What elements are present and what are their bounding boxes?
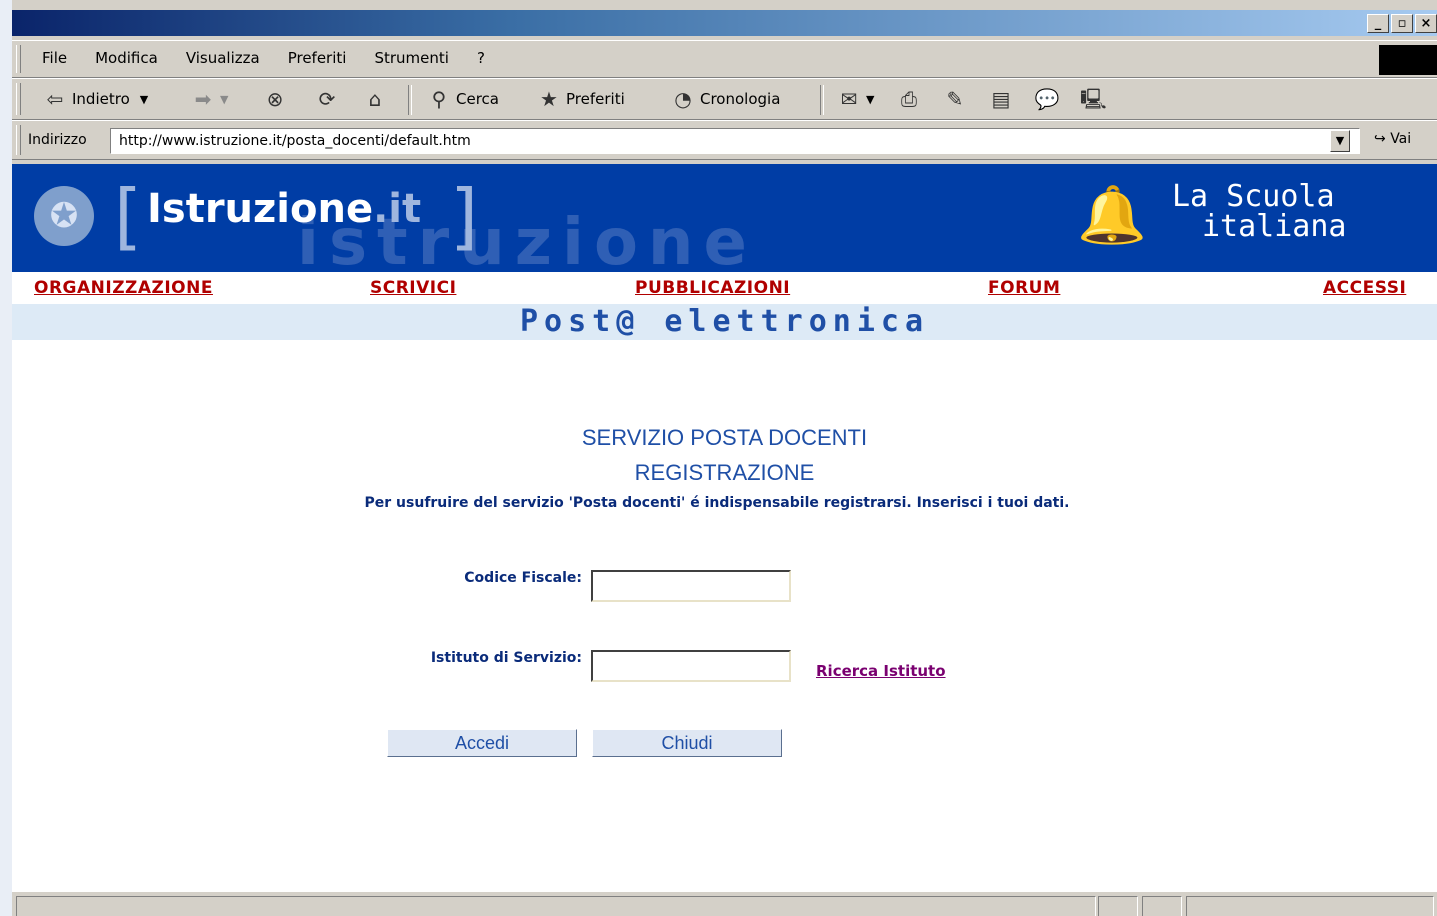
monitor-icon: 🖳 (1080, 87, 1107, 111)
mail-button[interactable]: ✉ ▼ (836, 87, 875, 111)
document-icon: ▤ (991, 87, 1011, 111)
go-button[interactable]: ↪ Vai (1374, 131, 1411, 147)
bracket-right: ] (450, 174, 479, 258)
nav-accessi[interactable]: ACCESSI (1323, 278, 1406, 298)
brand-line-1: La Scuola (1172, 179, 1335, 214)
status-bar (12, 891, 1437, 916)
search-icon: ⚲ (431, 87, 447, 111)
menu-preferiti[interactable]: Preferiti (288, 49, 347, 67)
address-label: Indirizzo (28, 132, 87, 148)
menu-modifica[interactable]: Modifica (95, 49, 158, 67)
bracket-left: [ (114, 174, 143, 258)
browser-window: _ ▫ × File Modifica Visualizza Preferiti… (12, 0, 1437, 916)
history-button[interactable]: ◔ Cronologia (670, 87, 780, 111)
home-button[interactable]: ⌂ (362, 87, 388, 111)
maximize-button[interactable]: ▫ (1391, 14, 1413, 33)
site-logo[interactable]: Istruzione.it (147, 186, 421, 232)
favorites-icon: ★ (540, 87, 558, 111)
republic-emblem-icon: ✪ (34, 186, 94, 246)
go-arrow-icon: ↪ (1374, 131, 1386, 147)
toolbar-separator (820, 85, 824, 115)
nav-forum[interactable]: FORUM (988, 278, 1060, 298)
chat-icon: 💬 (1034, 87, 1060, 111)
menu-help[interactable]: ? (477, 49, 485, 67)
site-banner: ✪ [ istruzione Istruzione.it ] 🔔 La Scuo… (12, 164, 1437, 272)
menu-visualizza[interactable]: Visualizza (186, 49, 260, 67)
form-title: SERVIZIO POSTA DOCENTI (581, 425, 868, 450)
form-subtitle: REGISTRAZIONE (634, 460, 815, 485)
messenger-button[interactable]: 💬 (1034, 87, 1060, 111)
ricerca-istituto-link[interactable]: Ricerca Istituto (816, 662, 946, 680)
discuss-button[interactable]: ▤ (988, 87, 1014, 111)
nav-scrivici[interactable]: SCRIVICI (370, 278, 456, 298)
menu-file[interactable]: File (42, 49, 67, 67)
toolbar-grip[interactable] (16, 83, 21, 115)
print-button[interactable]: ⎙ (896, 87, 922, 111)
codice-fiscale-label: Codice Fiscale: (464, 570, 582, 586)
refresh-icon: ⟳ (318, 87, 336, 111)
page-content: ✪ [ istruzione Istruzione.it ] 🔔 La Scuo… (12, 164, 1437, 891)
address-dropdown[interactable]: ▼ (1330, 130, 1350, 152)
forward-arrow-icon: ➡ (194, 87, 212, 111)
home-icon: ⌂ (368, 87, 382, 111)
status-panel-zone (1186, 896, 1434, 916)
section-banner: Post@ elettronica (12, 304, 1437, 340)
back-label: Indietro (72, 90, 130, 108)
istituto-input[interactable] (591, 650, 791, 682)
dropdown-arrow-icon: ▼ (139, 92, 149, 106)
back-button[interactable]: ⇦ Indietro ▼ (42, 87, 149, 111)
minimize-button[interactable]: _ (1367, 14, 1389, 33)
forward-button[interactable]: ➡ ▼ (190, 87, 229, 111)
bell-icon: 🔔 (1077, 183, 1147, 248)
status-panel-2 (1142, 896, 1182, 916)
search-button[interactable]: ⚲ Cerca (426, 87, 499, 111)
search-label: Cerca (456, 90, 499, 108)
toolbar-grip[interactable] (16, 45, 21, 73)
go-label: Vai (1390, 131, 1412, 147)
codice-fiscale-input[interactable] (591, 570, 791, 602)
toolbar-separator (408, 85, 412, 115)
address-bar: Indirizzo http://www.istruzione.it/posta… (12, 120, 1437, 160)
toolbar-grip[interactable] (16, 125, 21, 155)
favorites-button[interactable]: ★ Preferiti (536, 87, 625, 111)
stop-icon: ⊗ (266, 87, 284, 111)
network-button[interactable]: 🖳 (1080, 87, 1107, 111)
dropdown-arrow-icon: ▼ (220, 92, 229, 106)
favorites-label: Preferiti (566, 90, 625, 108)
menu-bar: File Modifica Visualizza Preferiti Strum… (12, 40, 1437, 78)
istituto-label: Istituto di Servizio: (430, 650, 582, 666)
close-window-button[interactable]: × (1415, 14, 1437, 33)
address-input[interactable]: http://www.istruzione.it/posta_docenti/d… (110, 128, 1360, 154)
logo-suffix-text: .it (373, 186, 422, 232)
edit-icon: ✎ (946, 87, 964, 111)
form-intro: Per usufruire del servizio 'Posta docent… (364, 495, 1070, 511)
status-panel-1 (1098, 896, 1138, 916)
window-controls: _ ▫ × (1367, 14, 1437, 33)
title-bar (12, 10, 1437, 36)
nav-organizzazione[interactable]: ORGANIZZAZIONE (34, 278, 213, 298)
windows-logo-box (1379, 45, 1437, 75)
print-icon: ⎙ (901, 87, 917, 111)
refresh-button[interactable]: ⟳ (314, 87, 340, 111)
section-title: Post@ elettronica (519, 304, 930, 339)
main-nav: ORGANIZZAZIONE SCRIVICI PUBBLICAZIONI FO… (12, 272, 1437, 304)
history-icon: ◔ (674, 87, 692, 111)
back-arrow-icon: ⇦ (46, 87, 64, 111)
scuola-italiana-logo[interactable]: La Scuola italiana (1172, 182, 1347, 242)
stop-button[interactable]: ⊗ (262, 87, 288, 111)
standard-toolbar: ⇦ Indietro ▼ ➡ ▼ ⊗ ⟳ ⌂ ⚲ Cerca ★ Preferi… (12, 78, 1437, 120)
status-panel-main (16, 896, 1096, 916)
accedi-button[interactable]: Accedi (387, 729, 577, 757)
nav-pubblicazioni[interactable]: PUBBLICAZIONI (635, 278, 790, 298)
edit-button[interactable]: ✎ (942, 87, 968, 111)
mail-icon: ✉ (840, 87, 858, 111)
history-label: Cronologia (700, 90, 781, 108)
brand-line-2: italiana (1202, 209, 1347, 244)
chiudi-button[interactable]: Chiudi (592, 729, 782, 757)
logo-main-text: Istruzione (147, 186, 374, 232)
dropdown-arrow-icon: ▼ (866, 92, 875, 106)
menu-strumenti[interactable]: Strumenti (374, 49, 448, 67)
